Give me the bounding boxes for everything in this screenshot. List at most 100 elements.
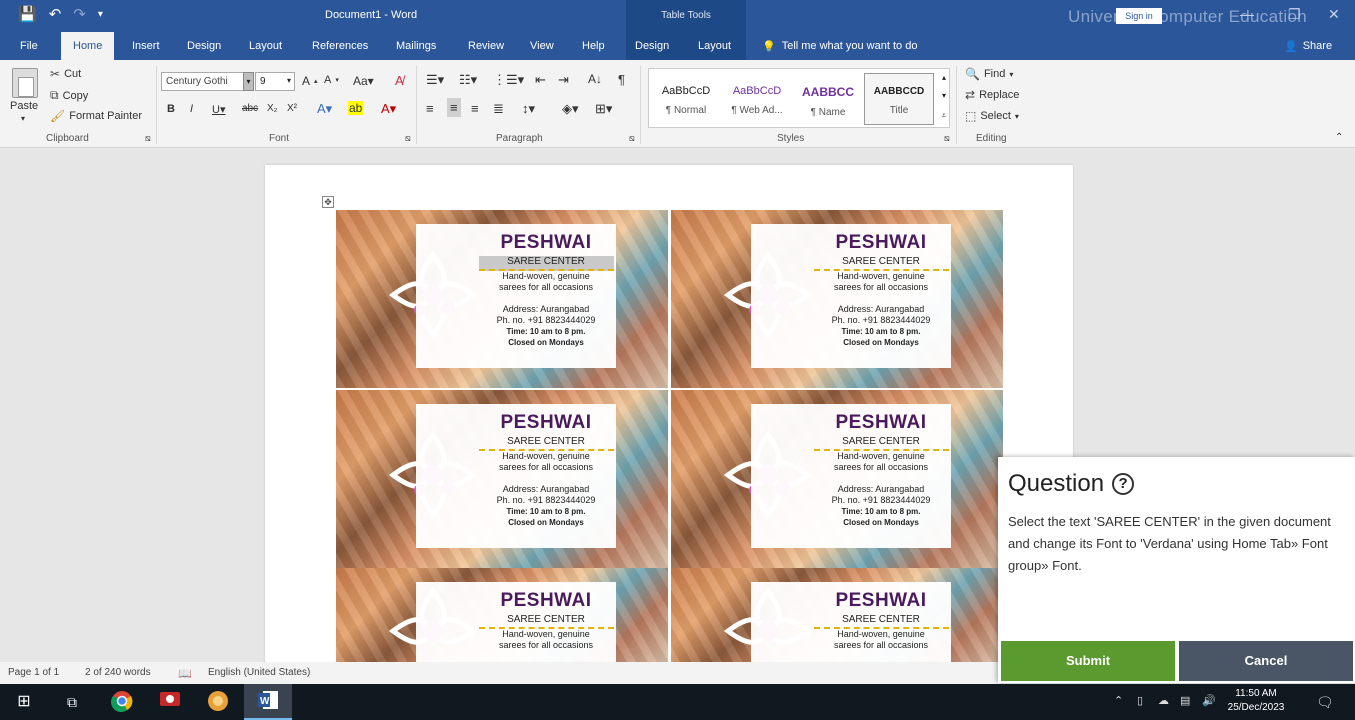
windows-start-icon[interactable]: ⊞: [12, 690, 36, 714]
text-effects-icon[interactable]: A▾: [317, 101, 332, 117]
business-card[interactable]: PESHWAI SAREE CENTER Hand-woven, genuine…: [336, 568, 668, 662]
style-web-address[interactable]: AaBbCcD ¶ Web Ad...: [722, 73, 792, 125]
bold-icon[interactable]: B: [167, 103, 175, 115]
tray-device-icon[interactable]: ▯: [1137, 694, 1143, 707]
tab-insert[interactable]: Insert: [132, 40, 160, 52]
save-icon[interactable]: 💾: [18, 7, 37, 23]
align-center-icon[interactable]: ≡: [447, 98, 461, 117]
business-card[interactable]: PESHWAI SAREE CENTER Hand-woven, genuine…: [671, 390, 1003, 568]
find-button[interactable]: 🔍 Find ▾: [965, 67, 1013, 81]
card-subtitle[interactable]: SAREE CENTER: [478, 256, 614, 271]
style-name-style[interactable]: AABBCC ¶ Name: [793, 73, 863, 125]
align-right-icon[interactable]: ≡: [471, 101, 479, 116]
business-card[interactable]: PESHWAI SAREE CENTER Hand-woven, genuine…: [671, 568, 1003, 662]
tab-layout[interactable]: Layout: [249, 40, 282, 52]
chrome-icon[interactable]: [110, 690, 134, 714]
style-normal[interactable]: AaBbCcD ¶ Normal: [651, 73, 721, 125]
font-name-input[interactable]: Century Gothi: [161, 72, 247, 91]
bullets-icon[interactable]: ☰▾: [426, 72, 444, 88]
paste-icon[interactable]: [12, 68, 38, 98]
tray-network-icon[interactable]: ▤: [1180, 694, 1190, 707]
superscript-icon[interactable]: X²: [287, 103, 297, 114]
table-move-handle-icon[interactable]: ✥: [322, 196, 334, 208]
font-name-dropdown[interactable]: ▾: [243, 72, 254, 91]
grow-font-icon[interactable]: A ▴: [302, 74, 318, 88]
styles-scroll-up-icon[interactable]: ▴: [942, 73, 946, 82]
font-size-input[interactable]: 9 ▾: [255, 72, 295, 91]
help-icon[interactable]: ?: [1112, 473, 1135, 495]
tab-mailings[interactable]: Mailings: [396, 40, 436, 52]
font-launcher-icon[interactable]: ⧅: [405, 133, 411, 144]
notifications-icon[interactable]: 🗨: [1316, 694, 1334, 711]
card-subtitle[interactable]: SAREE CENTER: [813, 436, 949, 451]
cancel-button[interactable]: Cancel: [1179, 641, 1353, 681]
justify-icon[interactable]: ≣: [493, 101, 504, 117]
multilevel-list-icon[interactable]: ⋮☰▾: [493, 72, 524, 88]
word-icon[interactable]: W: [256, 690, 280, 714]
copy-button[interactable]: ⧉ Copy: [50, 88, 88, 103]
redo-icon[interactable]: ↷: [73, 7, 86, 23]
change-case-icon[interactable]: Aa▾: [353, 74, 374, 88]
tell-me-box[interactable]: 💡 Tell me what you want to do: [762, 40, 917, 53]
close-icon[interactable]: ✕: [1328, 6, 1340, 23]
select-button[interactable]: ⬚ Select ▾: [965, 109, 1019, 123]
borders-icon[interactable]: ⊞▾: [595, 101, 612, 117]
tab-references[interactable]: References: [312, 40, 368, 52]
proofing-icon[interactable]: 📖: [178, 667, 192, 680]
customize-qat-icon[interactable]: ▾: [98, 7, 103, 23]
numbering-icon[interactable]: ☷▾: [459, 72, 477, 88]
app-icon[interactable]: [206, 690, 230, 714]
italic-icon[interactable]: I: [190, 103, 193, 115]
styles-more-icon[interactable]: ⩡: [941, 111, 946, 121]
select-dropdown-icon[interactable]: ▾: [1015, 112, 1019, 121]
word-count[interactable]: 2 of 240 words: [85, 667, 151, 678]
tab-home[interactable]: Home: [61, 32, 115, 60]
tab-review[interactable]: Review: [468, 40, 504, 52]
tab-design[interactable]: Design: [187, 40, 221, 52]
font-size-dropdown-icon[interactable]: ▾: [287, 76, 291, 85]
tab-table-design[interactable]: Design: [635, 40, 669, 52]
business-card[interactable]: PESHWAI SAREE CENTER Hand-woven, genuine…: [671, 210, 1003, 388]
page-count[interactable]: Page 1 of 1: [8, 667, 59, 678]
font-color-icon[interactable]: A▾: [381, 101, 396, 117]
styles-scroll-down-icon[interactable]: ▾: [942, 91, 946, 100]
card-subtitle[interactable]: SAREE CENTER: [478, 436, 614, 451]
task-view-icon[interactable]: ⧉: [60, 690, 84, 714]
sort-icon[interactable]: A↓: [588, 72, 602, 86]
decrease-indent-icon[interactable]: ⇤: [535, 72, 546, 88]
highlight-icon[interactable]: ab: [348, 101, 364, 115]
minimize-icon[interactable]: —: [1240, 6, 1254, 22]
tab-help[interactable]: Help: [582, 40, 605, 52]
paste-dropdown-icon[interactable]: ▾: [21, 114, 25, 123]
subscript-icon[interactable]: X₂: [267, 103, 278, 114]
undo-icon[interactable]: ↶: [49, 7, 62, 23]
tray-overflow-icon[interactable]: ⌃: [1114, 694, 1123, 707]
align-left-icon[interactable]: ≡: [426, 101, 434, 116]
business-card[interactable]: PESHWAI SAREE CENTER Hand-woven, genuine…: [336, 210, 668, 388]
line-spacing-icon[interactable]: ↕▾: [522, 101, 535, 117]
paragraph-launcher-icon[interactable]: ⧅: [629, 133, 635, 144]
submit-button[interactable]: Submit: [1001, 641, 1175, 681]
share-button[interactable]: 👤 Share: [1284, 40, 1332, 53]
sign-in-button[interactable]: Sign in: [1116, 8, 1162, 24]
tab-view[interactable]: View: [530, 40, 554, 52]
strikethrough-icon[interactable]: abc: [242, 103, 258, 114]
collapse-ribbon-icon[interactable]: ⌃: [1335, 132, 1343, 143]
taskbar-clock[interactable]: 11:50 AM 25/Dec/2023: [1226, 687, 1286, 715]
screen-recorder-icon[interactable]: [158, 690, 182, 714]
format-painter-button[interactable]: 🖌 Format Painter: [50, 109, 142, 123]
find-dropdown-icon[interactable]: ▾: [1009, 70, 1013, 79]
restore-icon[interactable]: ❐: [1288, 6, 1301, 23]
cut-button[interactable]: ✂ Cut: [50, 67, 81, 81]
show-marks-icon[interactable]: ¶: [618, 72, 625, 87]
card-subtitle[interactable]: SAREE CENTER: [813, 614, 949, 629]
language-indicator[interactable]: English (United States): [208, 667, 310, 678]
business-card[interactable]: PESHWAI SAREE CENTER Hand-woven, genuine…: [336, 390, 668, 568]
clear-formatting-icon[interactable]: A̸: [395, 73, 404, 88]
underline-icon[interactable]: U▾: [212, 103, 225, 116]
increase-indent-icon[interactable]: ⇥: [558, 72, 569, 88]
styles-launcher-icon[interactable]: ⧅: [944, 133, 950, 144]
tray-volume-icon[interactable]: 🔊: [1202, 694, 1216, 707]
shading-icon[interactable]: ◈▾: [562, 101, 579, 117]
card-subtitle[interactable]: SAREE CENTER: [478, 614, 614, 629]
